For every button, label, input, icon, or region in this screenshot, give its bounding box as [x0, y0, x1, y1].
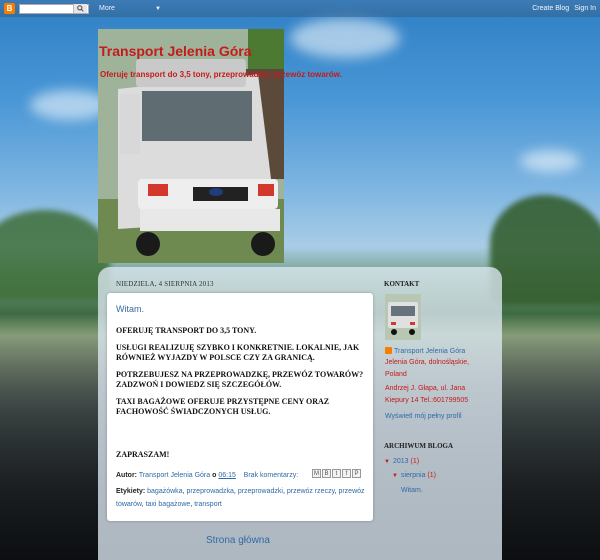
search-icon[interactable]: [73, 4, 87, 13]
archive-month[interactable]: ▼ sierpnia (1): [392, 472, 436, 479]
contact-heading: KONTAKT: [384, 280, 420, 288]
triangle-down-icon[interactable]: ▼: [392, 473, 398, 479]
archive-year-link[interactable]: 2013: [393, 458, 409, 465]
blogger-navbar: B More ▼ Create Blog Sign In: [0, 0, 600, 17]
more-menu[interactable]: More: [99, 5, 115, 12]
post-title[interactable]: Witam.: [116, 304, 144, 314]
address-line: Kiepury 14 Tel.:601799505: [385, 397, 469, 404]
archive-month-link[interactable]: sierpnia: [401, 472, 426, 479]
email-icon[interactable]: M: [312, 469, 321, 478]
post-date: NIEDZIELA, 4 SIERPNIA 2013: [116, 280, 214, 288]
label-link[interactable]: transport: [194, 501, 222, 508]
archive-post-link[interactable]: Witam.: [401, 487, 423, 494]
background-trees: [490, 195, 600, 305]
label-link[interactable]: taxi bagażowe: [146, 501, 191, 508]
profile-name-link[interactable]: Transport Jelenia Góra: [385, 347, 465, 355]
label-link[interactable]: bagażówka: [147, 488, 182, 495]
archive-count: (1): [410, 458, 420, 465]
profile-location: Jelenia Góra, dolnośląskie, Poland: [385, 357, 469, 381]
sign-in-link[interactable]: Sign In: [574, 5, 596, 12]
chevron-down-icon[interactable]: ▼: [155, 6, 161, 12]
pinterest-icon[interactable]: P: [352, 469, 361, 478]
profile-name[interactable]: Transport Jelenia Góra: [394, 348, 465, 355]
label-link[interactable]: przeprowadzki: [238, 488, 283, 495]
location-line: Jelenia Góra, dolnośląskie,: [385, 359, 470, 366]
archive-count: (1): [427, 472, 436, 479]
post-labels: Etykiety: bagażówka, przeprowadzka, prze…: [116, 488, 365, 508]
post-paragraph: USŁUGI REALIZUJĘ SZYBKO I KONKRETNIE. LO…: [116, 342, 360, 363]
background-cloud: [520, 150, 580, 172]
post-body: OFERUJĘ TRANSPORT DO 3,5 TONY. USŁUGI RE…: [116, 326, 366, 459]
triangle-down-icon[interactable]: ▼: [384, 459, 390, 465]
home-page-link[interactable]: Strona główna: [206, 535, 270, 546]
create-blog-link[interactable]: Create Blog: [532, 5, 569, 12]
background-cloud: [290, 18, 400, 58]
post-time-link[interactable]: 06:15: [218, 472, 236, 479]
post-card: Witam. OFERUJĘ TRANSPORT DO 3,5 TONY. US…: [107, 293, 373, 521]
comments-link[interactable]: Brak komentarzy:: [244, 472, 298, 479]
address-line: Andrzej J. Głapa, ul. Jana: [385, 385, 466, 392]
blog-this-icon[interactable]: B: [322, 469, 331, 478]
background-trees: [0, 210, 110, 300]
full-profile-link[interactable]: Wyświetl mój pełny profil: [385, 413, 462, 420]
author-link[interactable]: Transport Jelenia Góra: [139, 472, 210, 479]
blogger-logo-icon[interactable]: B: [4, 3, 15, 14]
location-line: Poland: [385, 371, 407, 378]
share-buttons: M B t f P: [312, 469, 361, 478]
twitter-icon[interactable]: t: [332, 469, 341, 478]
blog-description: Oferuję transport do 3,5 tony, przeprowa…: [100, 70, 342, 79]
label-link[interactable]: przeprowadzka: [186, 488, 233, 495]
profile-photo[interactable]: [385, 294, 421, 340]
blogger-profile-icon: [385, 347, 392, 354]
archive-year[interactable]: ▼ 2013 (1): [384, 458, 419, 465]
blog-title[interactable]: Transport Jelenia Góra: [99, 43, 252, 59]
post-paragraph: TAXI BAGAŻOWE OFERUJE PRZYSTĘPNE CENY OR…: [116, 396, 330, 417]
post-paragraph: OFERUJĘ TRANSPORT DO 3,5 TONY.: [116, 326, 257, 335]
search-input[interactable]: [19, 3, 89, 14]
post-closing: ZAPRASZAM!: [116, 450, 170, 459]
labels-prefix: Etykiety:: [116, 488, 146, 495]
archive-heading: ARCHIWUM BLOGA: [384, 442, 454, 450]
author-prefix: Autor:: [116, 472, 137, 479]
post-paragraph: POTRZEBUJESZ NA PRZEPROWADZKĘ, PRZEWÓZ T…: [116, 369, 364, 390]
profile-address: Andrzej J. Głapa, ul. Jana Kiepury 14 Te…: [385, 383, 468, 407]
header-truck-image: [98, 29, 284, 263]
label-link[interactable]: przewóz rzeczy: [287, 488, 335, 495]
time-prefix: o: [212, 472, 217, 479]
facebook-icon[interactable]: f: [342, 469, 351, 478]
